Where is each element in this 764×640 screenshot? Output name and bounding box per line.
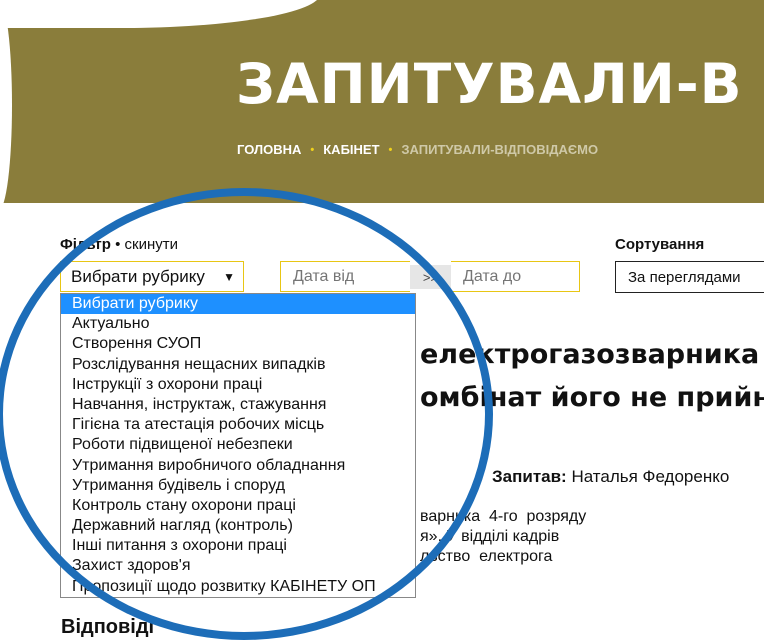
- article-excerpt: варника 4-го розряду я». У відділі кадрі…: [420, 508, 587, 565]
- sort-select[interactable]: За переглядами: [615, 261, 764, 293]
- rubric-option[interactable]: Контроль стану охорони праці: [61, 496, 415, 516]
- brush-edge-top: [0, 0, 320, 28]
- breadcrumb-cabinet[interactable]: КАБІНЕТ: [323, 142, 379, 157]
- rubric-option[interactable]: Інші питання з охорони праці: [61, 536, 415, 556]
- rubric-select-value: Вибрати рубрику: [71, 266, 205, 286]
- sort-label: Сортування: [615, 236, 705, 253]
- rubric-option[interactable]: Захист здоров'я: [61, 556, 415, 576]
- page-title: ЗАПИТУВАЛИ-В: [236, 52, 743, 116]
- filter-separator: •: [110, 236, 125, 253]
- article-title-line: електрогазозварника: [420, 339, 760, 370]
- rubric-option[interactable]: Розслідування нещасних випадків: [61, 355, 415, 375]
- rubric-option[interactable]: Створення СУОП: [61, 334, 415, 354]
- rubric-option[interactable]: Інструкції з охорони праці: [61, 375, 415, 395]
- rubric-option[interactable]: Державний нагляд (контроль): [61, 516, 415, 536]
- rubric-option[interactable]: Вибрати рубрику: [61, 294, 415, 315]
- rubric-option[interactable]: Утримання виробничого обладнання: [61, 456, 415, 476]
- rubric-option[interactable]: Роботи підвищеної небезпеки: [61, 435, 415, 455]
- filter-label: Фільтр: [60, 236, 111, 253]
- article-title-line: омбінат його не прийн: [420, 382, 764, 413]
- article-title[interactable]: електрогазозварника омбінат його не прий…: [420, 333, 764, 419]
- rubric-option[interactable]: Навчання, інструктаж, стажування: [61, 395, 415, 415]
- breadcrumb: ГОЛОВНА • КАБІНЕТ • ЗАПИТУВАЛИ-ВІДПОВІДА…: [237, 142, 598, 157]
- chevron-down-icon: ▼: [223, 269, 235, 284]
- asked-label: Запитав:: [492, 467, 567, 486]
- rubric-option[interactable]: Утримання будівель і споруд: [61, 476, 415, 496]
- breadcrumb-separator: •: [310, 143, 315, 156]
- date-range-arrow: >>: [410, 265, 451, 289]
- asked-name: Наталья Федоренко: [566, 467, 730, 486]
- breadcrumb-home[interactable]: ГОЛОВНА: [237, 142, 301, 157]
- rubric-option[interactable]: Гігієна та атестація робочих місць: [61, 415, 415, 435]
- rubric-select[interactable]: Вибрати рубрику ▼: [60, 261, 244, 292]
- date-from-input[interactable]: [280, 261, 410, 292]
- filter-heading: Фільтр • скинути: [60, 236, 178, 253]
- brush-edge-left: [0, 0, 12, 203]
- rubric-option[interactable]: Пропозиції щодо розвитку КАБІНЕТУ ОП: [61, 577, 415, 597]
- date-to-input[interactable]: [451, 261, 580, 292]
- rubric-option[interactable]: Актуально: [61, 314, 415, 334]
- answers-heading: Відповіді: [61, 616, 155, 638]
- breadcrumb-separator: •: [388, 143, 393, 156]
- reset-filter-link[interactable]: скинути: [125, 236, 178, 253]
- rubric-dropdown-list: Вибрати рубрику Актуально Створення СУОП…: [60, 293, 416, 598]
- breadcrumb-current: ЗАПИТУВАЛИ-ВІДПОВІДАЄМО: [401, 142, 599, 157]
- header-banner: ЗАПИТУВАЛИ-В ГОЛОВНА • КАБІНЕТ • ЗАПИТУВ…: [0, 0, 764, 203]
- asked-by: Запитав: Наталья Федоренко: [492, 467, 729, 487]
